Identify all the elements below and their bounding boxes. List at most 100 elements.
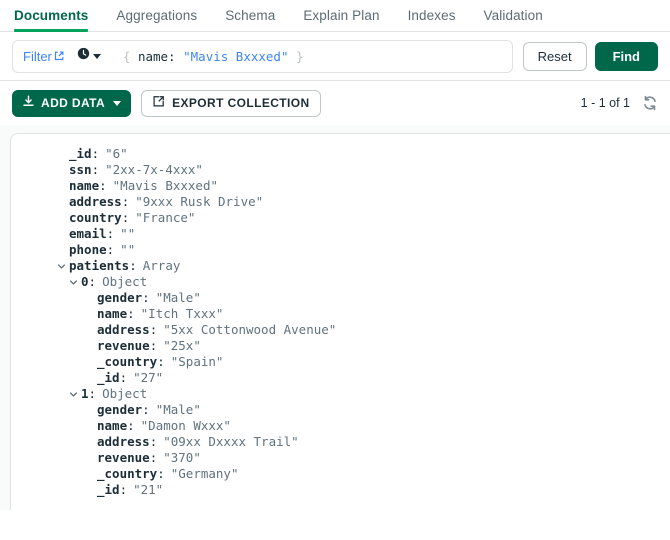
document-fields: _id: "6" ssn: "2xx-7x-4xxx" name: "Mavis Bxxx… [11, 146, 670, 498]
filter-label-text: Filter [23, 48, 52, 64]
field-key: _country [97, 354, 158, 369]
field-colon: : [91, 146, 100, 161]
field-colon: : [106, 226, 115, 241]
field-key: _id [97, 370, 120, 385]
document-field-row: name: "Mavis Bxxxed" [11, 178, 670, 194]
document-card: _id: "6" ssn: "2xx-7x-4xxx" name: "Mavis Bxxx… [10, 133, 670, 510]
document-field-row: patients: Array [11, 258, 670, 274]
document-field-row: _id: "27" [11, 370, 670, 386]
document-field-row: _id: "6" [11, 146, 670, 162]
field-value: "5xx Cottonwood Avenue" [163, 322, 337, 337]
tab-explain-plan[interactable]: Explain Plan [289, 6, 393, 31]
find-button[interactable]: Find [594, 41, 658, 71]
field-key: 0 [81, 274, 89, 289]
field-value: Array [142, 258, 181, 273]
document-field-row: address: "09xx Dxxxx Trail" [11, 434, 670, 450]
field-key: _country [97, 466, 158, 481]
document-field-row: _id: "21" [11, 482, 670, 498]
field-key: phone [69, 242, 107, 257]
query-bar: Filter { name: "Mavis Bxxxed"} Reset Fi… [0, 32, 670, 81]
document-field-row: country: "France" [11, 210, 670, 226]
field-key: name [69, 178, 100, 193]
export-collection-button[interactable]: EXPORT COLLECTION [141, 89, 321, 117]
reset-button[interactable]: Reset [522, 41, 587, 71]
document-field-row: name: "Damon Wxxx" [11, 418, 670, 434]
field-value: "27" [133, 370, 164, 385]
field-value: "21" [133, 482, 164, 497]
field-value: "Germany" [170, 466, 239, 481]
query-history-button[interactable] [77, 47, 101, 65]
field-colon: : [149, 338, 158, 353]
field-key: country [69, 210, 122, 225]
field-colon: : [127, 306, 135, 321]
filter-close-brace: } [296, 48, 304, 64]
field-colon: : [99, 178, 107, 193]
document-field-row: address: "9xxx Rusk Drive" [11, 194, 670, 210]
refresh-button[interactable] [642, 95, 658, 111]
document-field-row: phone: "" [11, 242, 670, 258]
filter-link[interactable]: Filter [23, 49, 64, 64]
document-field-row: revenue: "25x" [11, 338, 670, 354]
refresh-icon [642, 95, 658, 111]
collection-toolbar: ADD DATA EXPORT COLLECTION 1 - 1 of 1 [0, 81, 670, 125]
tab-documents[interactable]: Documents [0, 6, 102, 32]
field-key: _id [97, 482, 120, 497]
field-value: "09xx Dxxxx Trail" [163, 434, 299, 449]
field-value: "9xxx Rusk Drive" [135, 194, 264, 209]
field-key: email [69, 226, 107, 241]
field-value: Object [102, 386, 148, 401]
document-field-row: 0: Object [11, 274, 670, 290]
filter-key: name: [137, 48, 176, 64]
filter-value: "Mavis Bxxxed" [183, 48, 289, 64]
field-colon: : [88, 386, 97, 401]
field-key: 1 [81, 386, 89, 401]
field-key: _id [69, 146, 92, 161]
field-key: revenue [97, 450, 150, 465]
field-value: "25x" [163, 338, 201, 353]
field-colon: : [88, 274, 97, 289]
field-colon: : [157, 466, 165, 481]
chevron-down-icon[interactable] [57, 262, 67, 271]
tab-indexes[interactable]: Indexes [394, 6, 470, 31]
field-colon: : [127, 418, 135, 433]
document-count: 1 - 1 of 1 [580, 96, 630, 110]
field-value: Object [102, 274, 148, 289]
field-value: "Mavis Bxxxed" [112, 178, 218, 193]
field-value: "Male" [155, 402, 201, 417]
field-colon: : [129, 258, 137, 273]
add-data-button[interactable]: ADD DATA [12, 89, 132, 117]
field-value: "Spain" [170, 354, 224, 369]
document-field-row: _country: "Germany" [11, 466, 670, 482]
document-field-row: gender: "Male" [11, 402, 670, 418]
chevron-down-icon [92, 53, 101, 59]
tab-aggregations[interactable]: Aggregations [102, 6, 211, 31]
field-colon: : [121, 210, 130, 225]
field-colon: : [142, 290, 150, 305]
field-colon: : [91, 162, 100, 177]
filter-open-brace: { [122, 48, 131, 64]
field-colon: : [149, 322, 158, 337]
field-value: "Itch Txxx" [140, 306, 224, 321]
document-field-row: ssn: "2xx-7x-4xxx" [11, 162, 670, 178]
field-key: gender [97, 402, 143, 417]
chevron-down-icon[interactable] [69, 390, 79, 399]
clock-icon [77, 47, 90, 65]
download-icon [22, 95, 35, 111]
field-key: gender [97, 290, 143, 305]
field-key: address [97, 322, 150, 337]
tab-validation[interactable]: Validation [470, 6, 557, 31]
filter-query-text[interactable]: { name: "Mavis Bxxxed" } [123, 49, 304, 64]
field-colon: : [149, 450, 158, 465]
document-field-row: _country: "Spain" [11, 354, 670, 370]
field-colon: : [142, 402, 150, 417]
external-link-icon [54, 51, 64, 61]
document-field-row: 1: Object [11, 386, 670, 402]
chevron-down-icon[interactable] [69, 278, 79, 287]
tab-schema[interactable]: Schema [211, 6, 289, 31]
field-value: "2xx-7x-4xxx" [105, 162, 203, 177]
document-list: _id: "6" ssn: "2xx-7x-4xxx" name: "Mavis Bxxx… [0, 125, 670, 510]
add-data-label: ADD DATA [41, 96, 106, 110]
field-colon: : [121, 194, 130, 209]
filter-input[interactable]: Filter { name: "Mavis Bxxxed"} [12, 39, 513, 73]
field-key: name [97, 418, 128, 433]
